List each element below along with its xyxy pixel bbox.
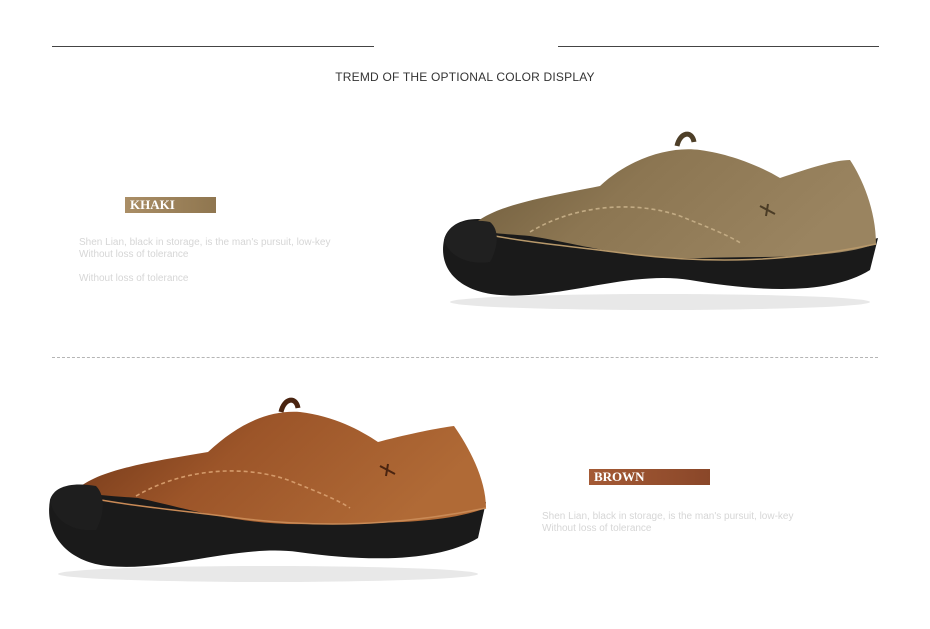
brown-loafer-image [49, 397, 487, 582]
description-khaki: Shen Lian, black in storage, is the man'… [79, 237, 330, 285]
description-brown: Shen Lian, black in storage, is the man'… [542, 511, 793, 535]
color-tag-khaki: KHAKI [125, 197, 216, 213]
section-divider [52, 357, 878, 358]
description-line: Shen Lian, black in storage, is the man'… [542, 511, 794, 522]
description-line: Without loss of tolerance [79, 273, 189, 284]
header-rule-right [558, 46, 879, 47]
description-line: Without loss of tolerance [79, 249, 189, 260]
page-title: TREMD OF THE OPTIONAL COLOR DISPLAY [335, 70, 595, 84]
description-line: Without loss of tolerance [542, 523, 652, 534]
description-line: Shen Lian, black in storage, is the man'… [79, 237, 331, 248]
khaki-loafer-image [443, 131, 878, 310]
color-tag-brown: BROWN [589, 469, 710, 485]
header-rule-left [52, 46, 374, 47]
